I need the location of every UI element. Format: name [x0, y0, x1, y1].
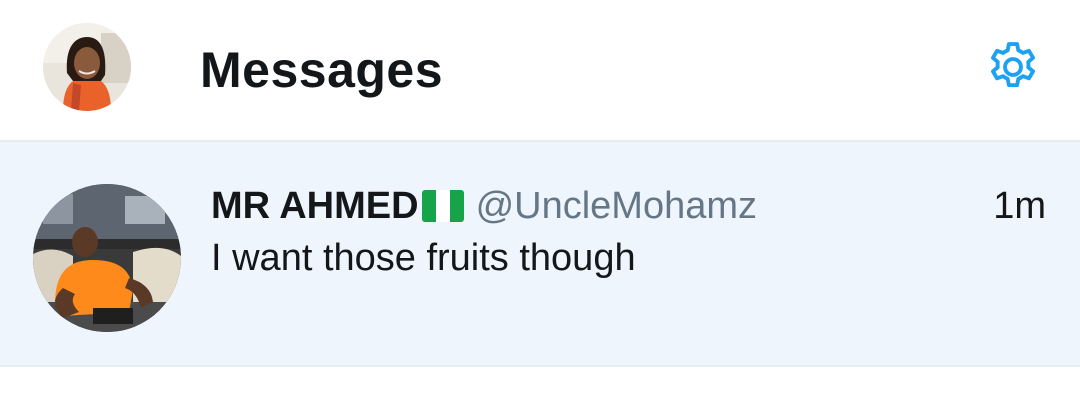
conversation-row[interactable]: MR AHMED @UncleMohamz 1m I want those fr…: [0, 142, 1080, 367]
settings-button[interactable]: [984, 38, 1042, 96]
message-preview: I want those fruits though: [211, 237, 636, 279]
list-empty-area: [0, 367, 1080, 405]
contact-name: MR AHMED: [211, 184, 419, 227]
contact-avatar[interactable]: [33, 184, 181, 332]
page-title: Messages: [200, 42, 444, 98]
header-bar: Messages: [0, 0, 1080, 142]
profile-avatar-image: [43, 23, 131, 111]
contact-avatar-image: [33, 184, 181, 332]
profile-avatar[interactable]: [43, 23, 131, 111]
contact-handle: @UncleMohamz: [475, 184, 758, 227]
conversation-header: MR AHMED @UncleMohamz: [211, 182, 757, 230]
gear-icon: [991, 42, 1035, 88]
nigeria-flag-icon: [421, 190, 464, 222]
messages-screen: Messages MR AHMED @UncleMohamz 1m I want…: [0, 0, 1080, 405]
message-timestamp: 1m: [993, 185, 1046, 227]
